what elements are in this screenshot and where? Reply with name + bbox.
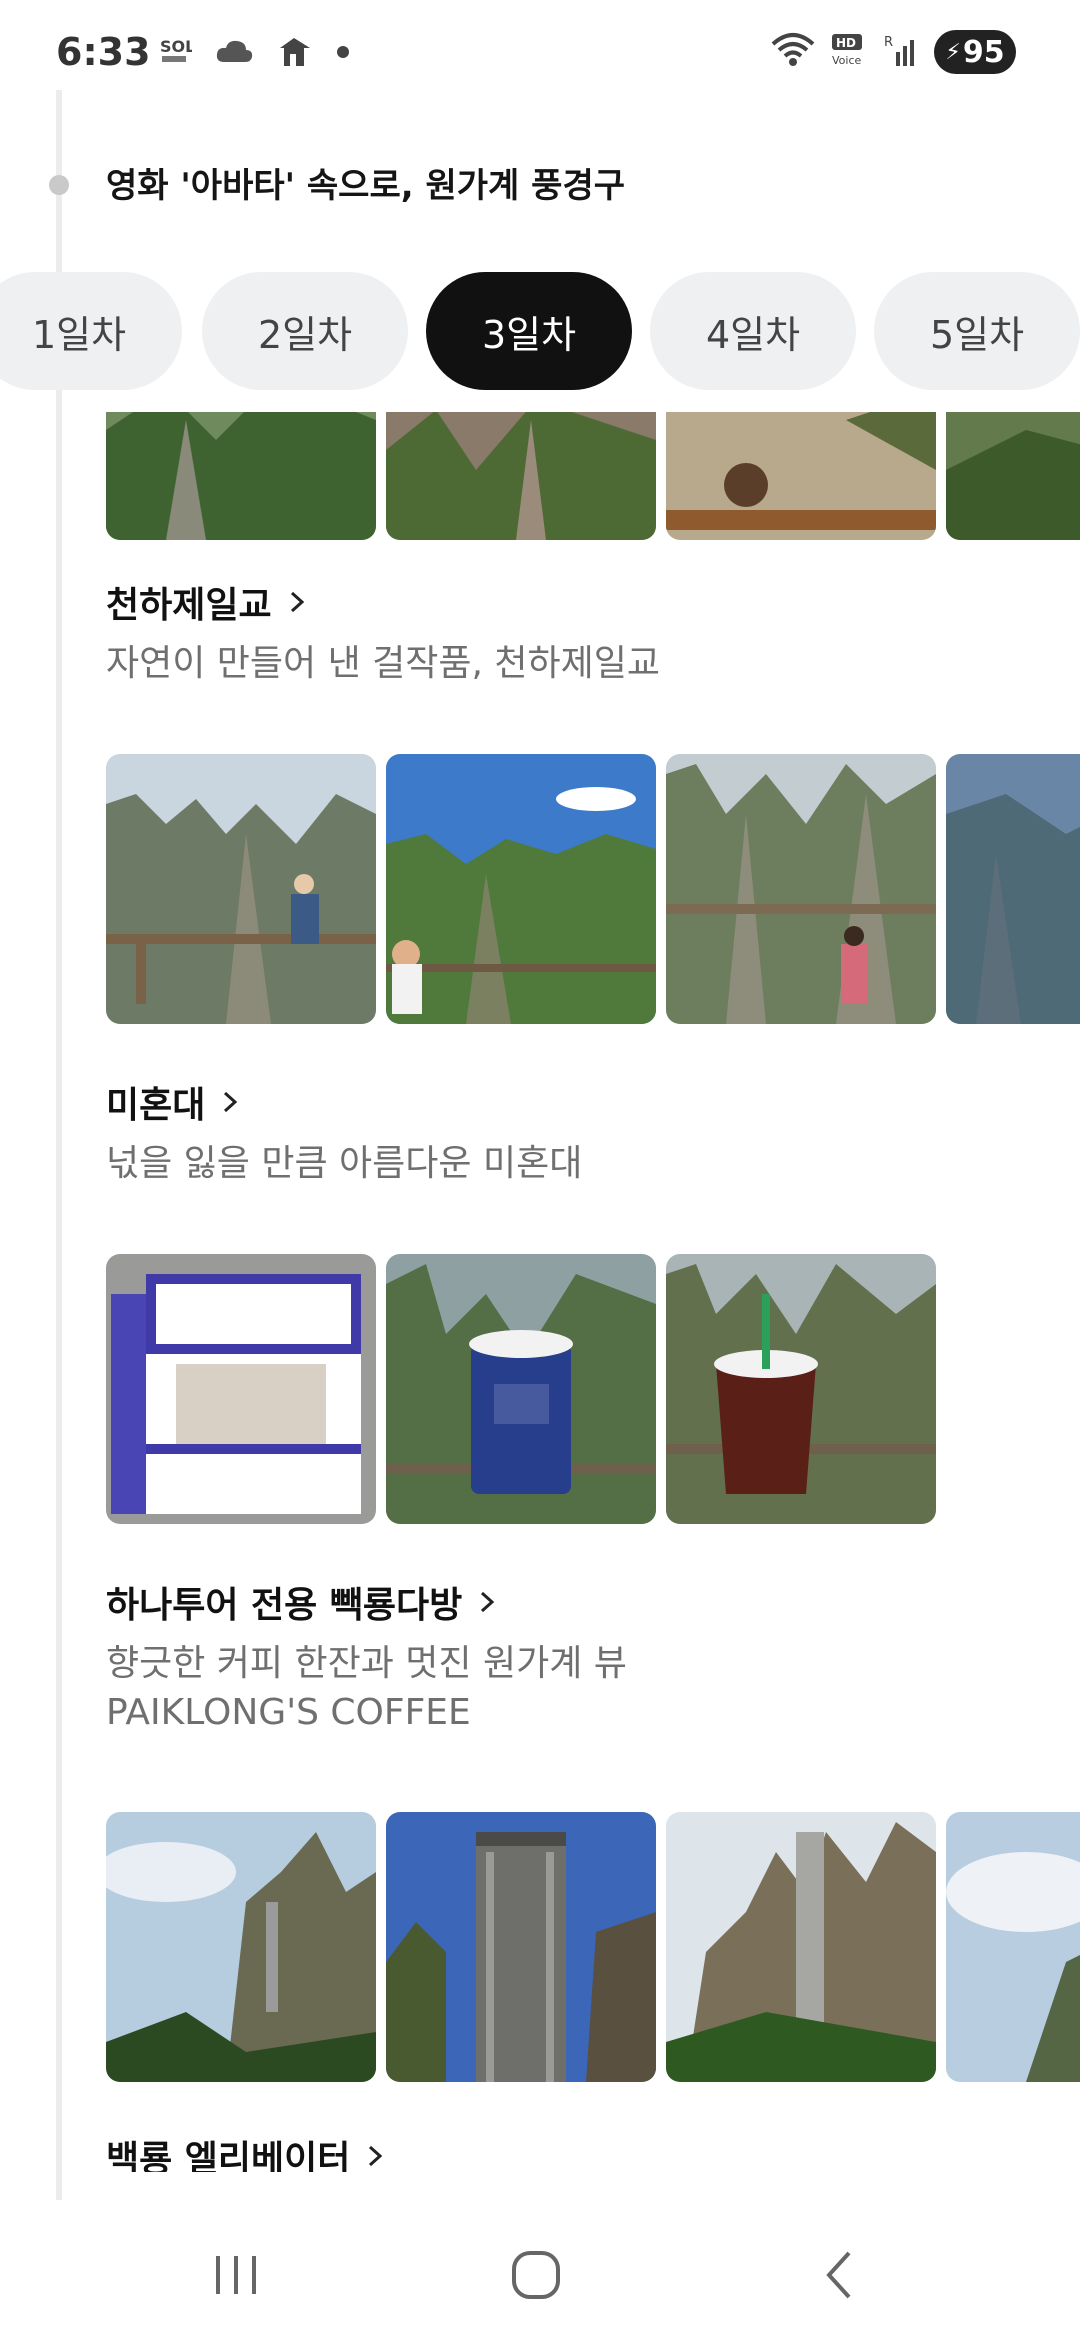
dot-icon — [336, 44, 350, 63]
svg-text:SOL: SOL — [160, 37, 192, 56]
signal-icon: R — [884, 32, 920, 72]
back-icon — [826, 2251, 851, 2299]
place-name-text: 백룡 엘리베이터 — [106, 2139, 351, 2172]
tab-day-1[interactable]: 1일차 — [0, 272, 182, 390]
photo-row-1 — [106, 412, 1080, 540]
route-title: 영화 '아바타' 속으로, 원가계 풍경구 — [106, 166, 626, 206]
place-photo[interactable] — [386, 1254, 656, 1524]
tab-day-5[interactable]: 5일차 — [874, 272, 1080, 390]
tab-day-2[interactable]: 2일차 — [202, 272, 408, 390]
status-time: 6:33 — [56, 30, 151, 74]
place-title[interactable]: 미혼대 — [106, 1076, 247, 1128]
sol-icon: SOL — [158, 34, 195, 72]
place-photo[interactable] — [386, 754, 656, 1024]
cloud-icon — [214, 36, 254, 70]
place-name-text: 천하제일교 — [106, 585, 272, 626]
tab-day-3[interactable]: 3일차 — [426, 272, 632, 390]
place-photo[interactable] — [106, 1254, 376, 1524]
battery-indicator: ⚡ 95 — [934, 30, 1016, 74]
place-photo[interactable] — [666, 412, 936, 540]
tab-day-4[interactable]: 4일차 — [650, 272, 856, 390]
chevron-right-icon — [224, 1091, 238, 1113]
svg-text:R: R — [884, 35, 893, 50]
home-button[interactable] — [496, 2240, 576, 2310]
place-description: 향긋한 커피 한잔과 멋진 원가계 뷰 — [106, 1643, 627, 1684]
photo-row-3 — [106, 1254, 936, 1524]
place-photo[interactable] — [106, 1812, 376, 2082]
battery-level: 95 — [962, 34, 1005, 70]
place-description: 넋을 잃을 만큼 아름다운 미혼대 — [106, 1143, 583, 1184]
place-photo[interactable] — [946, 412, 1080, 540]
place-photo[interactable] — [666, 1812, 936, 2082]
place-title[interactable]: 하나투어 전용 빽룡다방 — [106, 1576, 504, 1628]
place-photo[interactable] — [666, 754, 936, 1024]
place-photo[interactable] — [386, 412, 656, 540]
place-photo[interactable] — [946, 1812, 1080, 2082]
svg-text:HD: HD — [836, 36, 856, 50]
timeline-dot — [49, 175, 69, 195]
day-tabs: 1일차 2일차 3일차 4일차 5일차 — [0, 272, 1080, 392]
place-description: 자연이 만들어 낸 걸작품, 천하제일교 — [106, 643, 661, 684]
chevron-right-icon — [290, 591, 304, 613]
place-description-sub: PAIKLONG'S COFFEE — [106, 1692, 471, 1733]
chevron-right-icon — [369, 2145, 383, 2167]
place-title[interactable]: 백룡 엘리베이터 — [106, 2130, 392, 2172]
system-nav-bar — [0, 2200, 1080, 2340]
status-left-icons: SOL — [158, 34, 350, 72]
wifi-icon — [770, 32, 816, 72]
photo-row-4 — [106, 1812, 1080, 2082]
charging-bolt-icon: ⚡ — [945, 39, 961, 65]
place-title[interactable]: 천하제일교 — [106, 576, 314, 628]
place-photo[interactable] — [666, 1254, 936, 1524]
svg-text:Voice: Voice — [832, 54, 862, 67]
status-right-icons: HD Voice R ⚡ 95 — [770, 30, 1016, 74]
place-name-text: 하나투어 전용 빽룡다방 — [106, 1585, 463, 1626]
hd-voice-icon: HD Voice — [830, 32, 870, 72]
place-photo[interactable] — [106, 412, 376, 540]
app-screen: 6:33 SOL HD Voice R ⚡ 95 영화 '아바타' 속으로, 원… — [0, 0, 1080, 2340]
itinerary-content: 천하제일교 자연이 만들어 낸 걸작품, 천하제일교 미혼대 넋을 잃을 만큼 … — [0, 412, 1080, 2172]
recent-apps-button[interactable] — [196, 2240, 276, 2310]
place-name-text: 미혼대 — [106, 1085, 206, 1126]
back-button[interactable] — [800, 2240, 880, 2310]
place-photo[interactable] — [946, 754, 1080, 1024]
recent-apps-icon — [216, 2256, 256, 2294]
app-notification-icon — [276, 34, 314, 72]
chevron-right-icon — [481, 1591, 495, 1613]
photo-row-2 — [106, 754, 1080, 1024]
place-photo[interactable] — [106, 754, 376, 1024]
home-icon — [512, 2251, 560, 2299]
status-bar: 6:33 SOL HD Voice R ⚡ 95 — [0, 0, 1080, 110]
place-photo[interactable] — [386, 1812, 656, 2082]
